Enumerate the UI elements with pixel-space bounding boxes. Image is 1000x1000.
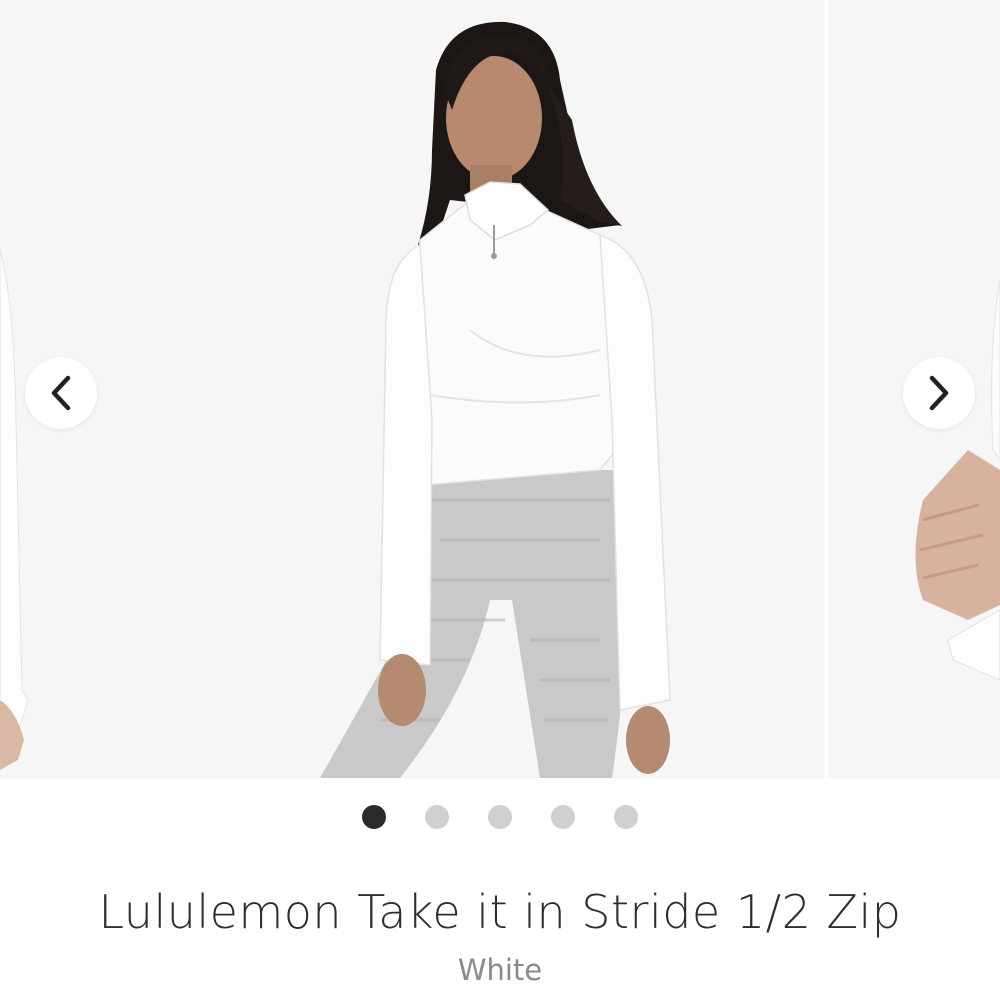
product-title: Lululemon Take it in Stride 1/2 Zip (98, 885, 902, 939)
product-color: White (457, 953, 543, 987)
product-photo (0, 0, 825, 778)
image-carousel[interactable] (0, 0, 1000, 778)
next-image-button[interactable] (903, 357, 975, 429)
pagination-dot-1[interactable] (362, 805, 386, 829)
carousel-slide-active (0, 0, 825, 778)
chevron-right-icon (929, 375, 949, 411)
pagination-dot-3[interactable] (488, 805, 512, 829)
product-page: Lululemon Take it in Stride 1/2 Zip Whit… (0, 0, 1000, 1000)
pagination-dot-2[interactable] (425, 805, 449, 829)
pagination-dot-5[interactable] (614, 805, 638, 829)
carousel-pagination (0, 804, 1000, 830)
previous-image-button[interactable] (25, 357, 97, 429)
pagination-dot-4[interactable] (551, 805, 575, 829)
chevron-left-icon (51, 375, 71, 411)
